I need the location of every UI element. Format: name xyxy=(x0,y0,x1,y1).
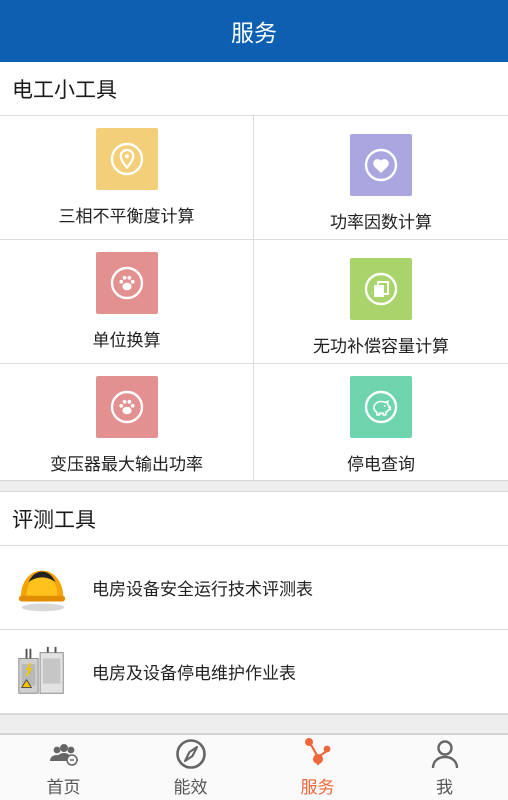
location-pin-icon xyxy=(95,128,158,190)
tab-label: 能效 xyxy=(173,778,208,798)
tool-reactive-compensation[interactable]: 无功补偿容量计算 xyxy=(254,240,508,364)
tool-label: 变压器最大输出功率 xyxy=(50,455,203,475)
page-title: 服务 xyxy=(231,21,277,47)
piggy-bank-icon xyxy=(350,376,412,438)
compass-icon xyxy=(175,739,206,769)
evaluation-item-outage-maintenance[interactable]: 电房及设备停电维护作业表 xyxy=(0,630,508,714)
tool-label: 无功补偿容量计算 xyxy=(313,337,449,357)
electrician-tools-grid: 三相不平衡度计算 功率因数计算 单位换算 无功补偿容量计算 变压器最大输出功率 … xyxy=(0,116,508,480)
evaluation-item-safety-assessment[interactable]: 电房设备安全运行技术评测表 xyxy=(0,546,508,630)
tool-label: 功率因数计算 xyxy=(330,213,432,233)
tool-label: 单位换算 xyxy=(92,331,161,351)
title-bar: 服务 xyxy=(0,0,508,62)
tool-outage-query[interactable]: 停电查询 xyxy=(254,364,508,480)
tab-label: 服务 xyxy=(300,778,335,798)
group-icon xyxy=(49,744,78,766)
tool-power-factor[interactable]: 功率因数计算 xyxy=(254,116,508,240)
paw-icon xyxy=(95,252,158,314)
electrical-cabinet-icon xyxy=(12,642,72,702)
heart-icon xyxy=(350,134,412,196)
tool-label: 三相不平衡度计算 xyxy=(58,207,195,227)
share-node-icon xyxy=(304,738,330,765)
section-divider xyxy=(0,480,508,492)
tab-me[interactable]: 我 xyxy=(381,735,508,800)
user-icon xyxy=(431,740,458,769)
evaluation-item-label: 电房设备安全运行技术评测表 xyxy=(92,580,313,600)
tab-energy-efficiency[interactable]: 能效 xyxy=(127,735,254,800)
tab-label: 我 xyxy=(436,778,453,798)
copy-icon xyxy=(350,258,412,320)
tab-home[interactable]: 首页 xyxy=(0,735,127,800)
paw-icon xyxy=(95,376,158,438)
section-title-evaluation-tools: 评测工具 xyxy=(0,492,508,546)
bottom-divider xyxy=(0,714,508,734)
tool-unit-conversion[interactable]: 单位换算 xyxy=(0,240,254,364)
tab-label: 首页 xyxy=(46,778,81,798)
tool-transformer-max-output[interactable]: 变压器最大输出功率 xyxy=(0,364,254,480)
tool-three-phase-unbalance[interactable]: 三相不平衡度计算 xyxy=(0,116,254,240)
bottom-tab-bar: 首页 能效 服务 我 xyxy=(0,734,508,800)
tab-service[interactable]: 服务 xyxy=(254,735,381,800)
tool-label: 停电查询 xyxy=(347,455,415,475)
section-title-electrician-tools: 电工小工具 xyxy=(0,62,508,116)
evaluation-item-label: 电房及设备停电维护作业表 xyxy=(92,664,296,684)
hard-hat-icon xyxy=(12,558,72,618)
